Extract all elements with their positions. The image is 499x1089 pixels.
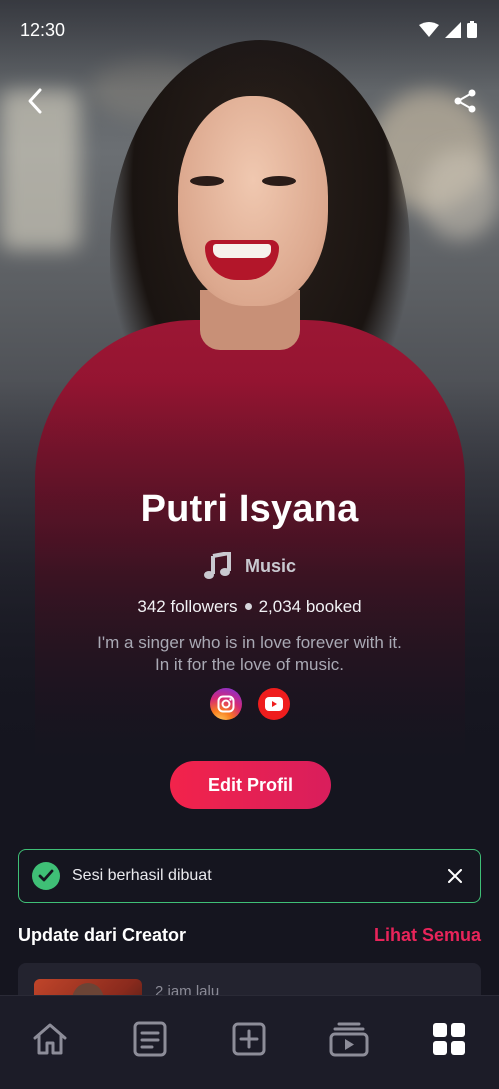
nav-more[interactable] [424,1014,474,1064]
section-title: Update dari Creator [18,925,187,945]
profile-bio: I'm a singer who is in love forever with… [40,632,459,676]
youtube-button[interactable] [257,688,290,720]
toast-close-button[interactable] [443,864,467,888]
signal-icon [445,21,461,38]
success-toast: Sesi berhasil dibuat [18,849,481,903]
status-bar: 12:30 [0,0,499,60]
bio-line: In it for the love of music. [155,655,344,674]
booked-count: 2,034 booked [258,597,362,616]
profile-category: Music [0,552,499,580]
battery-icon [467,21,477,38]
share-icon [454,89,476,113]
profile-name: Putri Isyana [140,488,359,530]
nav-documents[interactable] [125,1014,175,1064]
category-label: Music [244,555,296,576]
home-icon [33,1023,67,1054]
nav-sessions[interactable] [324,1014,374,1064]
share-button[interactable] [448,84,482,118]
bio-line: I'm a singer who is in love forever with… [97,633,402,652]
instagram-icon [217,695,234,713]
music-note-icon [203,552,231,579]
check-circle-icon [32,862,60,890]
followers-count: 342 followers [137,597,238,616]
wifi-icon [419,21,439,37]
see-all-link[interactable]: Lihat Semua [374,925,481,946]
social-links [0,688,499,720]
toast-message: Sesi berhasil dibuat [72,867,212,884]
edit-profile-button[interactable]: Edit Profil [170,761,331,809]
video-library-icon [329,1022,369,1056]
nav-home[interactable] [25,1014,75,1064]
separator-dot [244,603,252,610]
back-button[interactable] [18,84,52,118]
document-icon [133,1021,167,1056]
close-icon [448,869,462,883]
grid-icon [433,1022,466,1055]
nav-create[interactable] [224,1014,274,1064]
add-box-icon [232,1022,266,1055]
status-time: 12:30 [20,20,66,40]
bottom-navigation [0,995,499,1089]
youtube-icon [264,697,283,711]
profile-stats: 342 followers 2,034 booked [0,597,499,617]
chevron-left-icon [28,88,42,114]
instagram-button[interactable] [209,688,242,720]
